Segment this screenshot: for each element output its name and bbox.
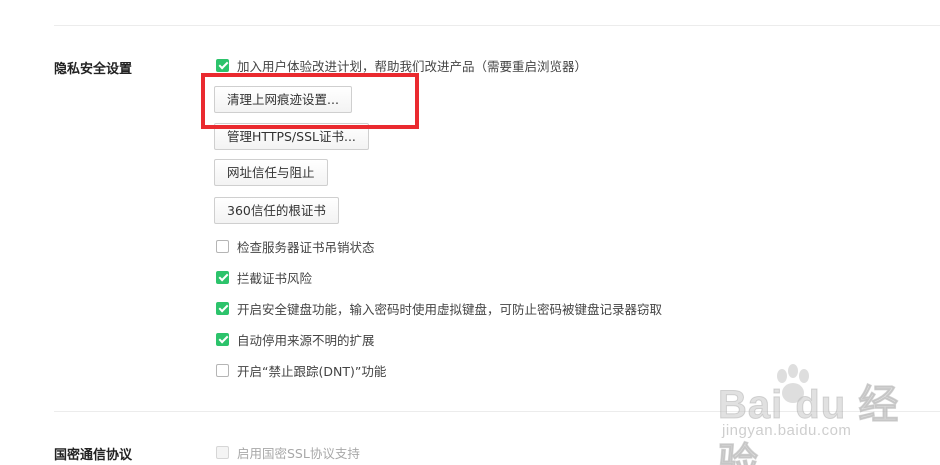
section-divider [54, 411, 940, 412]
block-cert-risk-checkbox[interactable] [216, 270, 229, 284]
root-cert-button[interactable]: 360信任的根证书 [214, 197, 339, 224]
dnt-checkbox[interactable] [216, 363, 229, 377]
dnt-label: 开启“禁止跟踪(DNT)”功能 [237, 363, 387, 379]
gm-ssl-checkbox-row[interactable]: 启用国密SSL协议支持 [216, 443, 360, 461]
url-trust-block-button[interactable]: 网址信任与阻止 [214, 159, 328, 186]
cert-revocation-label: 检查服务器证书吊销状态 [237, 239, 375, 255]
disable-unknown-extensions-checkbox-row[interactable]: 自动停用来源不明的扩展 [216, 330, 375, 348]
disable-unknown-extensions-checkbox[interactable] [216, 332, 229, 346]
block-cert-risk-checkbox-row[interactable]: 拦截证书风险 [216, 268, 312, 286]
gm-protocol-section-title: 国密通信协议 [54, 448, 133, 463]
cert-revocation-checkbox-row[interactable]: 检查服务器证书吊销状态 [216, 237, 375, 255]
gm-ssl-checkbox[interactable] [216, 445, 229, 459]
block-cert-risk-label: 拦截证书风险 [237, 270, 313, 286]
secure-keyboard-label: 开启安全键盘功能，输入密码时使用虚拟键盘，可防止密码被键盘记录器窃取 [237, 301, 663, 317]
secure-keyboard-checkbox-row[interactable]: 开启安全键盘功能，输入密码时使用虚拟键盘，可防止密码被键盘记录器窃取 [216, 299, 662, 317]
ux-plan-checkbox[interactable] [216, 58, 229, 72]
secure-keyboard-checkbox[interactable] [216, 301, 229, 315]
manage-https-ssl-button[interactable]: 管理HTTPS/SSL证书... [214, 123, 369, 150]
clear-traces-button[interactable]: 清理上网痕迹设置... [214, 86, 352, 113]
privacy-section-title: 隐私安全设置 [54, 62, 133, 77]
watermark-logo: Bai du 经验 [718, 383, 900, 465]
gm-ssl-label: 启用国密SSL协议支持 [237, 445, 360, 461]
baidu-paw-icon [777, 364, 809, 403]
ux-plan-checkbox-row[interactable]: 加入用户体验改进计划，帮助我们改进产品（需要重启浏览器） [216, 56, 587, 74]
ux-plan-label: 加入用户体验改进计划，帮助我们改进产品（需要重启浏览器） [237, 58, 588, 74]
watermark-url: jingyan.baidu.com [722, 422, 852, 439]
top-divider [54, 25, 940, 26]
cert-revocation-checkbox[interactable] [216, 239, 229, 253]
baidu-jingyan-watermark: Bai du 经验 jingyan.baidu.com [718, 362, 938, 465]
settings-page: 隐私安全设置 加入用户体验改进计划，帮助我们改进产品（需要重启浏览器） 清理上网… [0, 0, 940, 465]
disable-unknown-extensions-label: 自动停用来源不明的扩展 [237, 332, 375, 348]
dnt-checkbox-row[interactable]: 开启“禁止跟踪(DNT)”功能 [216, 361, 386, 379]
